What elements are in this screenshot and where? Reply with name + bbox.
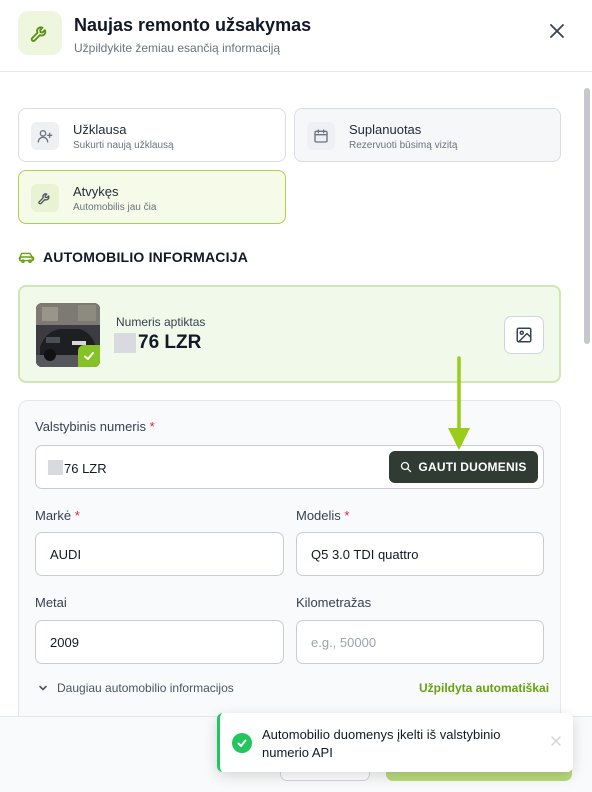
close-button[interactable]: [546, 20, 568, 42]
order-type-title: Suplanuotas: [349, 122, 422, 137]
year-input[interactable]: 2009: [35, 620, 284, 664]
model-field-label: Modelis *: [296, 508, 350, 523]
order-type-scheduled[interactable]: Suplanuotas Rezervuoti būsimą vizitą: [294, 108, 561, 162]
plate-redaction: [48, 460, 63, 475]
plate-input-value: 76 LZR: [64, 461, 107, 476]
view-image-button[interactable]: [504, 316, 544, 354]
fetch-data-label: GAUTI DUOMENIS: [418, 460, 527, 474]
vehicle-section-heading: AUTOMOBILIO INFORMACIJA: [18, 249, 248, 265]
user-plus-icon: [31, 122, 59, 150]
order-type-arrived[interactable]: Atvykęs Automobilis jau čia: [18, 170, 286, 224]
plate-detection-card: Numeris aptiktas 76 LZR: [18, 285, 561, 383]
detected-plate-text: 76 LZR: [138, 332, 202, 353]
make-field-label: Markė *: [35, 508, 80, 523]
year-field-label: Metai: [35, 595, 67, 610]
order-type-inquiry[interactable]: Užklausa Sukurti naują užklausą: [18, 108, 286, 162]
more-vehicle-info-label: Daugiau automobilio informacijos: [57, 681, 234, 695]
check-icon: [78, 345, 100, 367]
success-toast: Automobilio duomenys įkelti iš valstybin…: [217, 713, 573, 772]
order-type-title: Atvykęs: [73, 184, 119, 199]
close-icon[interactable]: [550, 735, 562, 747]
search-icon: [401, 461, 412, 473]
chevron-down-icon: [39, 685, 47, 691]
wrench-icon: [18, 11, 62, 55]
plate-redaction: [114, 333, 136, 353]
close-icon: [550, 24, 564, 38]
order-type-subtitle: Sukurti naują užklausą: [73, 140, 174, 151]
order-type-title: Užklausa: [73, 122, 127, 137]
mileage-field-label: Kilometražas: [296, 595, 372, 610]
mileage-input[interactable]: e.g., 50000: [296, 620, 544, 664]
more-vehicle-info-toggle[interactable]: Daugiau automobilio informacijos: [37, 681, 234, 695]
wrench-icon: [31, 184, 59, 212]
make-input[interactable]: AUDI: [35, 532, 284, 576]
check-circle-icon: [232, 733, 252, 753]
image-icon: [516, 327, 532, 343]
modal-title: Naujas remonto užsakymas: [74, 15, 312, 35]
scrollbar[interactable]: [584, 88, 590, 344]
modal-header: Naujas remonto užsakymas Užpildykite žem…: [0, 0, 592, 72]
detected-plate: 76 LZR: [114, 332, 201, 354]
modal-subtitle: Užpildykite žemiau esančią informaciją: [74, 41, 281, 55]
order-type-subtitle: Automobilis jau čia: [73, 202, 157, 213]
plate-field-label: Valstybinis numeris *: [35, 419, 155, 434]
section-title: AUTOMOBILIO INFORMACIJA: [43, 249, 249, 265]
calendar-icon: [307, 122, 335, 150]
car-icon: [18, 252, 35, 264]
order-type-subtitle: Rezervuoti būsimą vizitą: [349, 140, 458, 151]
fetch-data-button[interactable]: GAUTI DUOMENIS: [389, 451, 538, 483]
model-input[interactable]: Q5 3.0 TDI quattro: [296, 532, 544, 576]
toast-message: Automobilio duomenys įkelti iš valstybin…: [262, 727, 501, 760]
autofill-status: Užpildyta automatiškai: [419, 681, 550, 695]
annotation-arrow: [448, 356, 470, 450]
vehicle-photo: [36, 303, 100, 367]
detection-label: Numeris aptiktas: [116, 315, 206, 329]
